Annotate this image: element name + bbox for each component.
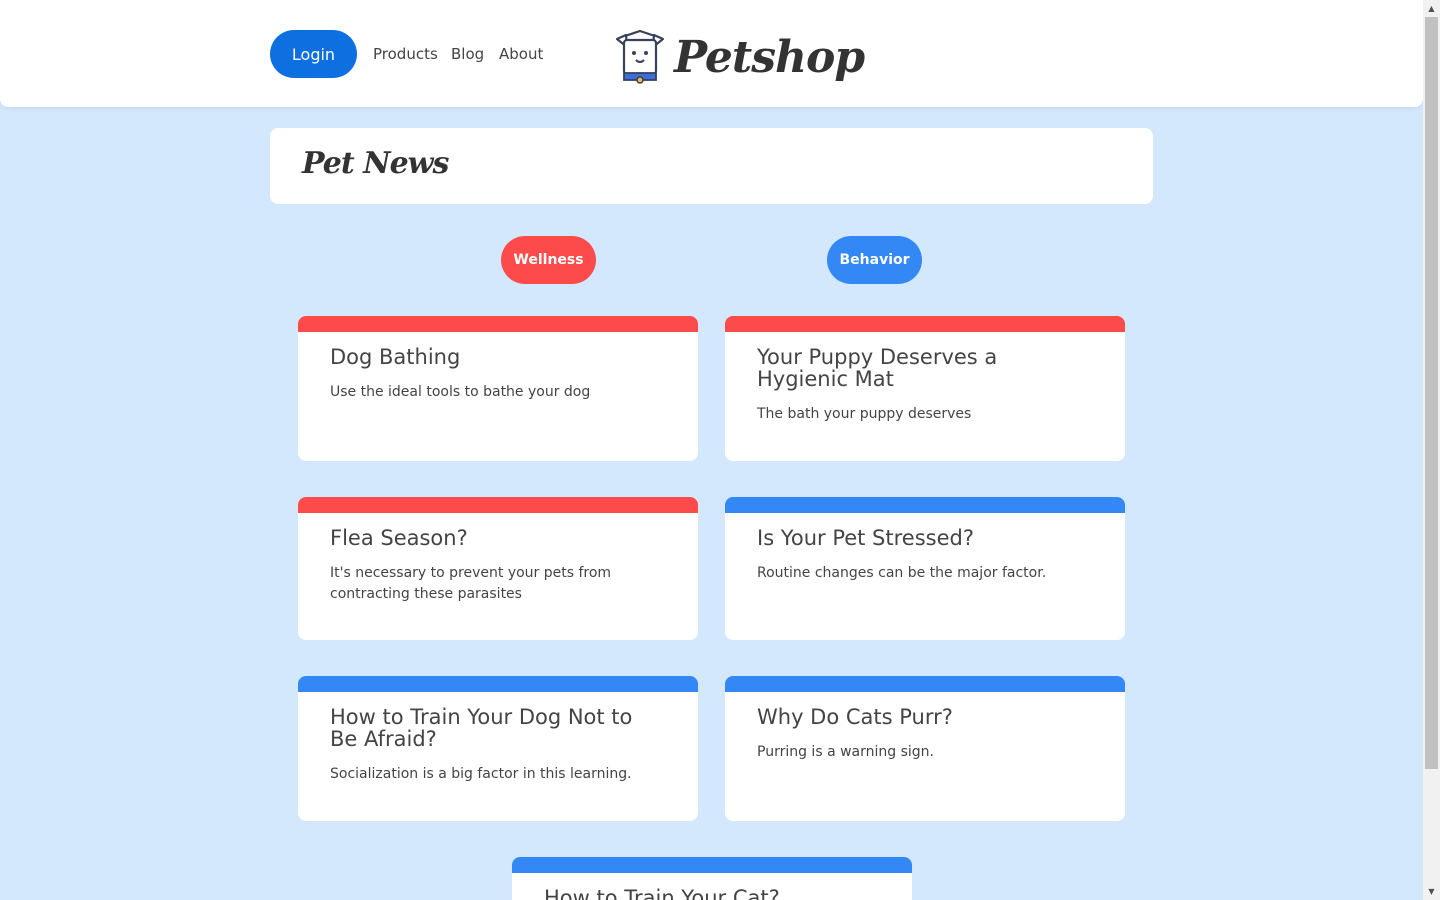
wellness-category-bar (725, 316, 1125, 332)
card-description: It's necessary to prevent your pets from… (330, 565, 612, 602)
nav-link-about[interactable]: About (499, 44, 543, 64)
news-card[interactable]: Your Puppy Deserves a Hygienic Mat The b… (725, 316, 1125, 461)
news-card[interactable]: Flea Season? It's necessary to prevent y… (298, 497, 698, 640)
card-description: Purring is a warning sign. (757, 744, 935, 760)
dog-mascot-logo-icon (614, 27, 666, 89)
brand-logo[interactable]: Petshop (614, 24, 865, 92)
card-description: Use the ideal tools to bathe your dog (330, 384, 591, 400)
card-title: How to Train Your Cat? (544, 886, 780, 900)
card-title: How to Train Your Dog Not to Be Afraid? (330, 705, 633, 751)
scroll-up-arrow-icon[interactable]: ▲ (1423, 0, 1440, 17)
scroll-down-arrow-icon[interactable]: ▼ (1423, 883, 1440, 900)
filter-wellness-button[interactable]: Wellness (501, 236, 596, 284)
card-description: The bath your puppy deserves (757, 406, 972, 422)
news-card[interactable]: Why Do Cats Purr? Purring is a warning s… (725, 676, 1125, 821)
card-description: Routine changes can be the major factor. (757, 565, 1047, 581)
filter-behavior-button[interactable]: Behavior (827, 236, 922, 284)
news-card[interactable]: How to Train Your Cat? (512, 857, 912, 900)
news-card[interactable]: Dog Bathing Use the ideal tools to bathe… (298, 316, 698, 461)
nav-link-blog[interactable]: Blog (451, 44, 484, 64)
behavior-category-bar (298, 676, 698, 692)
site-header: Login Products Blog About Petshop (0, 0, 1423, 107)
card-title: Why Do Cats Purr? (757, 705, 953, 729)
page-scrollbar[interactable]: ▲ ▼ (1423, 0, 1440, 900)
wellness-category-bar (298, 497, 698, 513)
brand-name: Petshop (674, 32, 865, 83)
nav-link-products[interactable]: Products (373, 44, 438, 64)
news-card[interactable]: How to Train Your Dog Not to Be Afraid? … (298, 676, 698, 821)
scroll-thumb[interactable] (1425, 17, 1438, 769)
page-title-panel: Pet News (270, 128, 1153, 204)
behavior-category-bar (725, 676, 1125, 692)
card-title: Flea Season? (330, 526, 468, 550)
login-button[interactable]: Login (270, 30, 357, 78)
card-title: Is Your Pet Stressed? (757, 526, 974, 550)
card-description: Socialization is a big factor in this le… (330, 766, 632, 782)
news-card[interactable]: Is Your Pet Stressed? Routine changes ca… (725, 497, 1125, 640)
card-title: Dog Bathing (330, 345, 461, 369)
wellness-category-bar (298, 316, 698, 332)
card-title: Your Puppy Deserves a Hygienic Mat (757, 345, 998, 391)
behavior-category-bar (725, 497, 1125, 513)
behavior-category-bar (512, 857, 912, 873)
page-title: Pet News (302, 146, 449, 181)
